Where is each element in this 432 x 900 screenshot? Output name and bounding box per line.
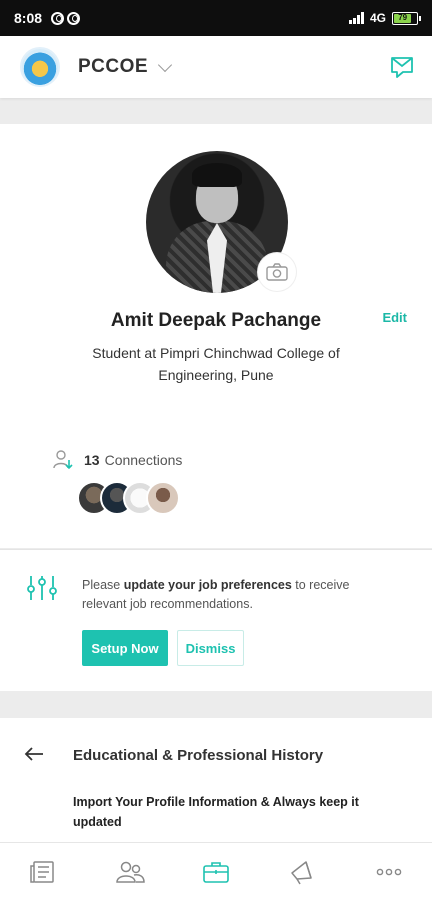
data-saver-icon-2 — [67, 11, 81, 25]
profile-name: Amit Deepak Pachange — [110, 310, 322, 331]
chevron-down-icon[interactable] — [158, 57, 173, 72]
org-name[interactable]: PCCOE — [78, 56, 148, 78]
app-header: PCCOE — [0, 36, 432, 98]
nav-feed[interactable] — [23, 852, 63, 892]
bottom-navigation — [0, 842, 432, 900]
nav-people[interactable] — [110, 852, 150, 892]
data-saver-icon — [51, 11, 65, 25]
nav-announcements[interactable] — [282, 852, 322, 892]
feed-icon — [30, 860, 54, 883]
history-card[interactable]: Educational & Professional History Impor… — [0, 718, 432, 842]
nav-jobs[interactable] — [196, 852, 236, 892]
job-preferences-message: Please update your job preferences to re… — [82, 578, 350, 611]
briefcase-icon — [203, 861, 229, 883]
nav-more[interactable] — [369, 852, 409, 892]
connection-avatars[interactable] — [77, 481, 180, 515]
connections-icon — [53, 450, 73, 470]
college-logo-icon[interactable] — [20, 47, 60, 87]
connections-count: 13 — [84, 452, 100, 468]
profile-card: Edit Amit Deepak Pachange Student at Pim… — [0, 124, 432, 548]
messages-button[interactable] — [388, 53, 416, 81]
job-preferences-card: Please update your job preferences to re… — [0, 549, 432, 691]
signal-icon — [348, 12, 364, 24]
connections-row[interactable]: 13 Connections — [52, 449, 182, 471]
status-bar: 8:08 4G 79 — [0, 0, 432, 36]
setup-now-button[interactable]: Setup Now — [82, 630, 168, 666]
battery-icon: 79 — [392, 11, 421, 25]
people-icon — [115, 861, 145, 883]
battery-level: 79 — [394, 13, 412, 23]
connections-label: Connections — [104, 452, 183, 468]
announcements-icon — [291, 860, 313, 884]
update-preferences-emphasis: update your job preferences — [123, 578, 292, 592]
profile-headline: Student at Pimpri Chinchwad College of E… — [92, 345, 340, 383]
history-subtitle: Import Your Profile Information & Always… — [73, 795, 359, 829]
more-icon — [376, 868, 402, 875]
arrow-left-icon[interactable] — [24, 746, 44, 762]
preferences-sliders-icon — [27, 576, 57, 600]
dismiss-button[interactable]: Dismiss — [177, 630, 244, 666]
chat-icon — [391, 57, 413, 78]
camera-icon — [266, 263, 288, 281]
network-type: 4G — [369, 11, 386, 25]
history-title: Educational & Professional History — [73, 747, 324, 764]
change-photo-button[interactable] — [258, 253, 296, 291]
status-time: 8:08 — [14, 10, 43, 26]
avatar[interactable] — [146, 481, 180, 515]
